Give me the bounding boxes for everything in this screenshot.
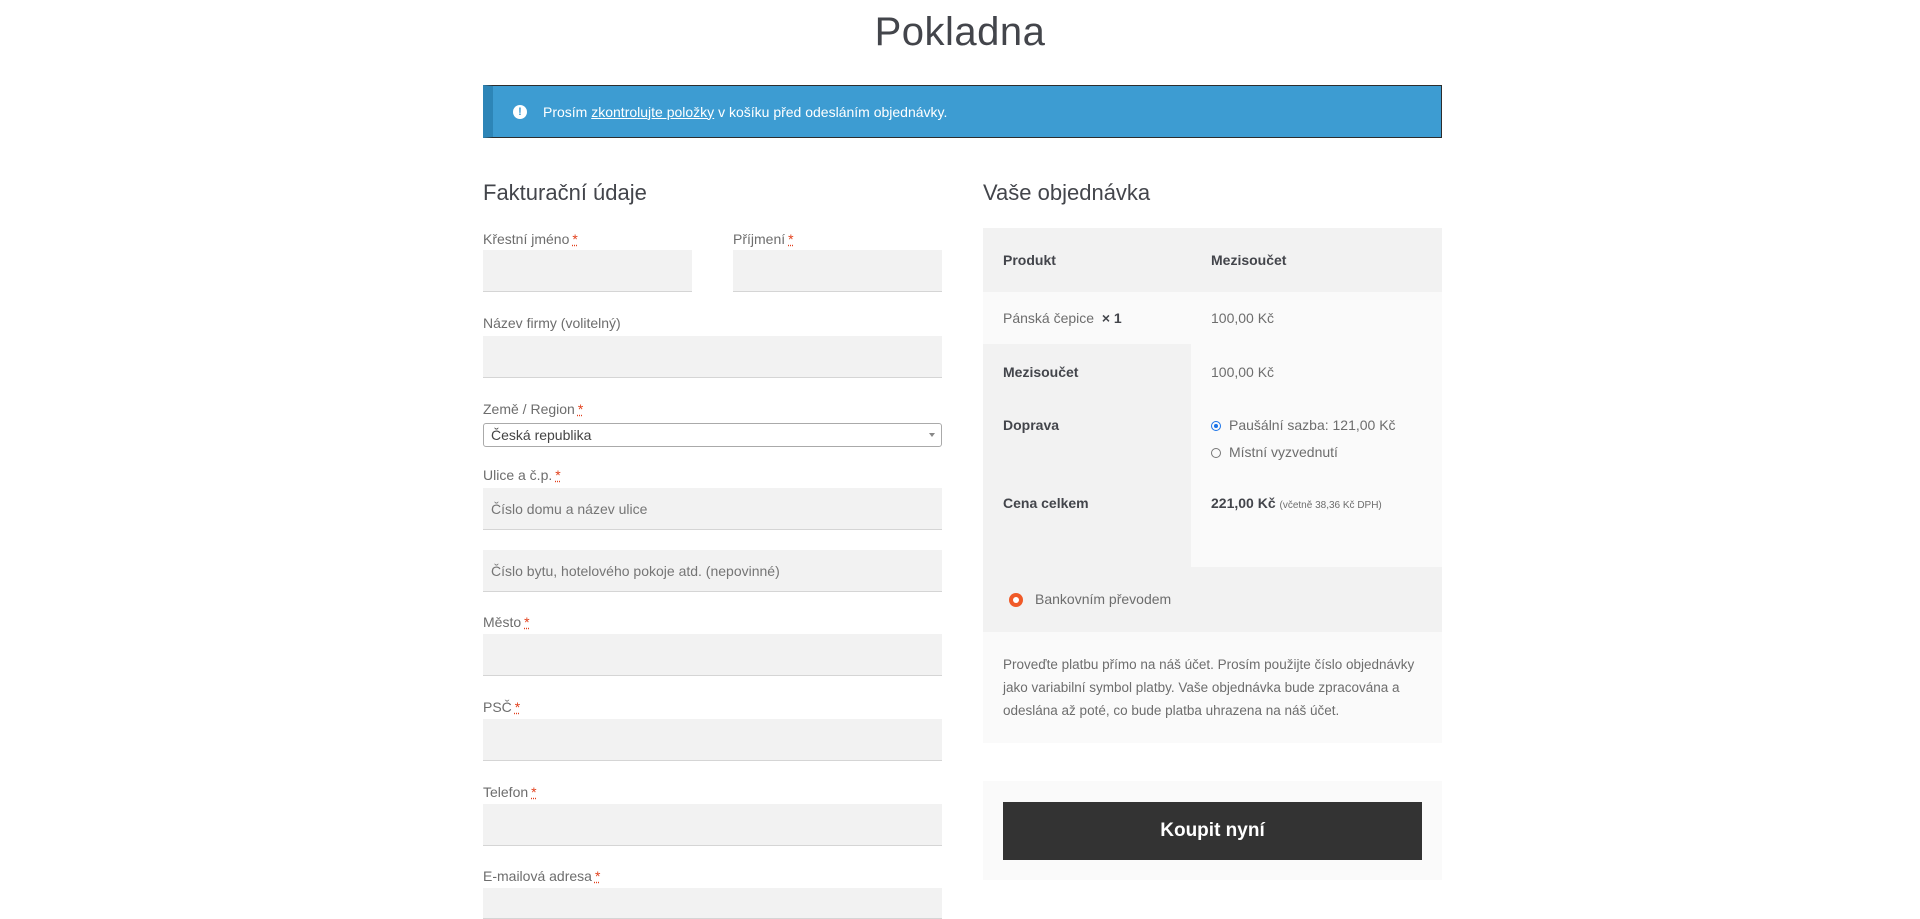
phone-label: Telefon * (483, 784, 537, 800)
total-value: 221,00 Kč (1211, 495, 1276, 511)
required-mark: * (594, 868, 601, 884)
last-name-label: Příjmení * (733, 231, 794, 247)
billing-heading: Fakturační údaje (483, 180, 647, 205)
required-mark: * (577, 401, 584, 417)
notice-prefix: Prosím (543, 103, 592, 120)
street-input[interactable] (483, 488, 942, 530)
street-label: Ulice a č.p. * (483, 467, 561, 483)
payment-method-bacs[interactable]: Bankovním převodem (983, 567, 1442, 632)
country-value: Česká republika (491, 427, 592, 443)
required-mark: * (524, 614, 530, 630)
phone-input[interactable] (483, 804, 942, 846)
order-item-row: Pánská čepice × 1 100,00 Kč (983, 292, 1442, 344)
street2-input[interactable] (483, 550, 942, 592)
country-select[interactable]: Česká republika (483, 423, 942, 447)
company-input[interactable] (483, 336, 942, 378)
chevron-down-icon (929, 433, 935, 437)
shipping-option[interactable]: Paušální sazba: 121,00 Kč (1211, 417, 1396, 433)
shipping-option[interactable]: Místní vyzvednutí (1211, 444, 1338, 460)
item-price: 100,00 Kč (1211, 310, 1275, 326)
total-value-group: 221,00 Kč (včetně 38,36 Kč DPH) (1211, 495, 1382, 511)
checkout-notice: ! Prosím zkontrolujte položky v košíku p… (483, 85, 1442, 138)
first-name-label: Křestní jméno * (483, 231, 578, 247)
payment-box: Bankovním převodem Proveďte platbu přímo… (983, 567, 1442, 743)
first-name-input[interactable] (483, 250, 692, 292)
shipping-option-label: Místní vyzvednutí (1229, 444, 1338, 460)
required-mark: * (572, 231, 578, 247)
shipping-radio-local-pickup[interactable] (1211, 448, 1221, 459)
required-mark: * (788, 231, 794, 247)
required-mark: * (555, 467, 561, 483)
last-name-input[interactable] (733, 250, 942, 292)
place-order-button[interactable]: Koupit nyní (1003, 802, 1422, 860)
review-items-link[interactable]: zkontrolujte položky (591, 104, 714, 120)
item-qty: × 1 (1101, 310, 1122, 326)
item-name: Pánská čepice (1003, 310, 1095, 326)
email-label: E-mailová adresa * (483, 868, 601, 884)
total-tax: (včetně 38,36 Kč DPH) (1279, 500, 1382, 511)
city-label: Město * (483, 614, 530, 630)
payment-description: Proveďte platbu přímo na náš účet. Prosí… (1003, 657, 1415, 718)
city-input[interactable] (483, 634, 942, 676)
shipping-radio-flat-rate[interactable] (1211, 421, 1221, 432)
info-icon: ! (513, 104, 527, 119)
order-item: Pánská čepice × 1 (1003, 310, 1122, 326)
notice-suffix: v košíku před odesláním objednávky. (714, 103, 948, 120)
subtotal-label: Mezisoučet (1003, 364, 1079, 380)
zip-label: PSČ * (483, 699, 521, 715)
total-label: Cena celkem (1003, 495, 1089, 511)
place-order-box: Koupit nyní (983, 781, 1442, 880)
payment-radio[interactable] (1009, 593, 1023, 607)
page-title: Pokladna (874, 10, 1046, 54)
required-mark: * (514, 699, 521, 715)
email-input[interactable] (483, 888, 942, 919)
col-subtotal: Mezisoučet (1211, 252, 1287, 268)
order-heading: Vaše objednávka (983, 180, 1151, 205)
required-mark: * (531, 784, 537, 800)
col-product: Produkt (1003, 252, 1056, 268)
order-table-header: Produkt Mezisoučet (983, 228, 1442, 292)
zip-input[interactable] (483, 719, 942, 761)
payment-method-label[interactable]: Bankovním převodem (1035, 591, 1171, 607)
shipping-option-label: Paušální sazba: 121,00 Kč (1229, 417, 1396, 433)
subtotal-value: 100,00 Kč (1211, 364, 1275, 380)
shipping-label: Doprava (1003, 417, 1060, 433)
country-label: Země / Region * (483, 401, 584, 417)
company-label: Název firmy (volitelný) (483, 315, 621, 331)
